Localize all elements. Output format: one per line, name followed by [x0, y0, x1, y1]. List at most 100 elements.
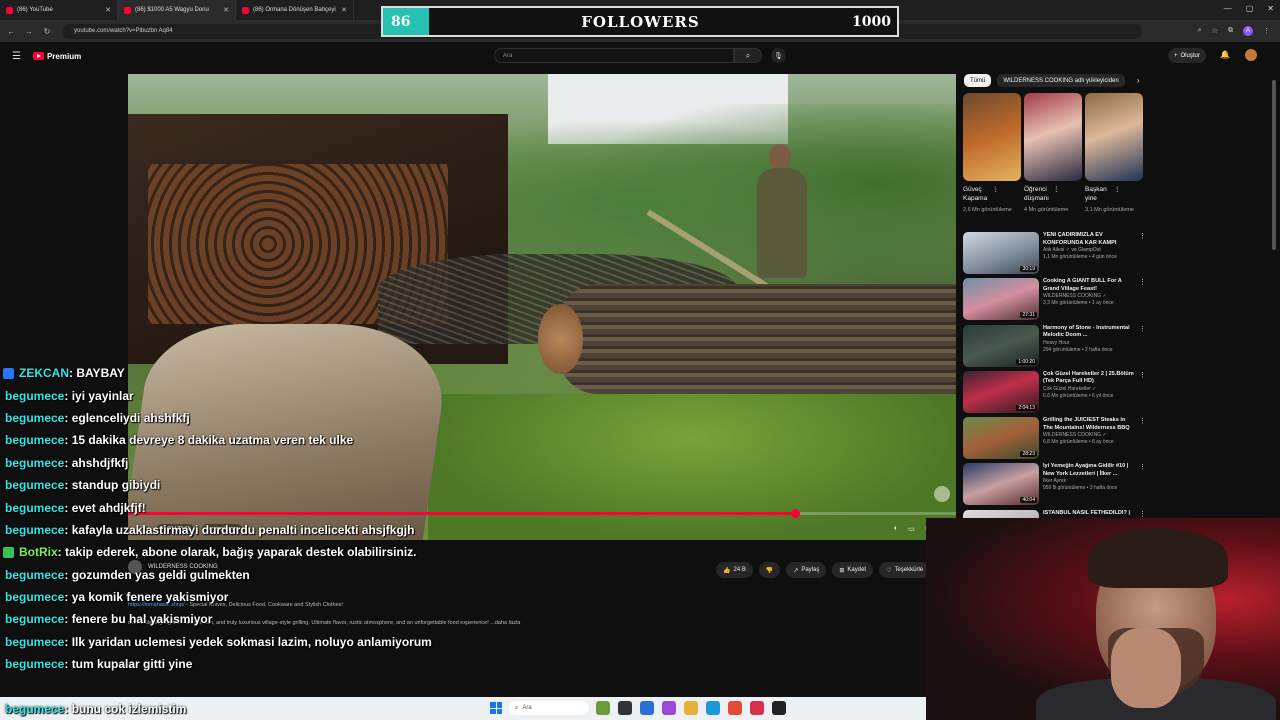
search-button[interactable]: ⌕: [734, 48, 762, 63]
progress-knob[interactable]: [790, 509, 800, 518]
zoom-icon[interactable]: ⌕: [1198, 27, 1202, 35]
video-title[interactable]: Çok Güzel Hareketler 2 | 25.Bölüm (Tek P…: [1043, 371, 1135, 386]
video-thumbnail[interactable]: 30:19: [963, 232, 1039, 274]
channel-name[interactable]: WILDERNESS COOKING ✓: [1043, 432, 1135, 439]
channel-name[interactable]: İlker Aynık: [1043, 478, 1135, 485]
bookmark-star-icon[interactable]: ☆: [1212, 27, 1218, 35]
video-thumbnail[interactable]: 27:31: [963, 278, 1039, 321]
tab-wagyu[interactable]: (86) $1000 A5 Wagyu Donu ✕: [118, 0, 236, 20]
close-icon[interactable]: ✕: [341, 6, 347, 14]
share-button[interactable]: ↗ Paylaş: [786, 562, 827, 578]
chat-message: begumece : bunu cok izlemistim: [0, 697, 186, 720]
recommendation-item[interactable]: 27:31 Cooking A GIANT BULL For A Grand V…: [963, 278, 1146, 324]
back-icon[interactable]: ←: [4, 27, 18, 36]
recommendation-item[interactable]: 28:23 Grilling the JUICIEST Steaks in Th…: [963, 417, 1146, 463]
save-button[interactable]: ⊞ Kaydet: [832, 562, 874, 578]
video-meta: 294 görüntüleme • 2 hafta önce: [1043, 346, 1113, 353]
logo-text: Premium: [46, 51, 82, 61]
chip-channel[interactable]: WILDERNESS COOKING adlı yükleyiciden: [997, 74, 1125, 87]
short-thumbnail[interactable]: [1024, 93, 1082, 181]
search-input[interactable]: Ara: [494, 48, 734, 63]
chat-text: : gozumden yas geldi gulmekten: [64, 567, 250, 582]
extensions-icon[interactable]: ⧉: [1228, 27, 1233, 35]
tab-garden[interactable]: (86) Ormana Dönüşen Bahçeyi ✕: [236, 0, 354, 20]
account-avatar[interactable]: [1245, 49, 1257, 61]
app-icon[interactable]: [750, 701, 764, 715]
channel-name[interactable]: Çok Güzel Hareketler ✓: [1043, 386, 1135, 393]
video-thumbnail[interactable]: 40:04: [963, 463, 1039, 506]
channel-name[interactable]: WILDERNESS COOKING ✓: [1043, 293, 1135, 300]
create-button[interactable]: + Oluştur: [1168, 48, 1206, 63]
tab-youtube[interactable]: (86) YouTube ✕: [0, 0, 118, 20]
video-thumbnail[interactable]: 2:04:13: [963, 370, 1039, 413]
more-options-icon[interactable]: ⋮: [1139, 232, 1146, 278]
forward-icon[interactable]: →: [22, 27, 36, 36]
profile-avatar-icon[interactable]: A: [1243, 26, 1253, 36]
taskbar-search[interactable]: ⌕ Ara: [509, 701, 589, 715]
app-icon[interactable]: [772, 701, 786, 715]
short-thumbnail[interactable]: [1085, 93, 1143, 181]
store-icon[interactable]: [640, 701, 654, 715]
notifications-bell-icon[interactable]: 🔔: [1220, 50, 1230, 59]
like-button[interactable]: 👍 24 B: [716, 562, 753, 578]
widgets-icon[interactable]: [596, 701, 610, 715]
channel-name[interactable]: Atik Ailesi ✓ ve GlampOut: [1043, 247, 1135, 254]
maximize-icon[interactable]: ▢: [1246, 4, 1254, 13]
minimize-icon[interactable]: —: [1224, 4, 1232, 13]
task-view-icon[interactable]: [618, 701, 632, 715]
video-title[interactable]: İyi Yemeğin Ayağına Gidilir #10 | New Yo…: [1043, 463, 1135, 478]
dislike-button[interactable]: 👎: [758, 562, 781, 578]
video-title[interactable]: YENİ ÇADIRIMIZLA EV KONFORUNDA KAR KAMPI: [1043, 232, 1135, 247]
page-scrollbar[interactable]: [1272, 80, 1276, 250]
video-thumbnail[interactable]: 28:23: [963, 417, 1039, 460]
menu-dots-icon[interactable]: ⋮: [1263, 27, 1270, 35]
autoplay-toggle-icon[interactable]: ◐: [894, 525, 898, 533]
more-options-icon[interactable]: ⋮: [1139, 463, 1146, 509]
recommendation-item[interactable]: 30:19 YENİ ÇADIRIMIZLA EV KONFORUNDA KAR…: [963, 232, 1146, 278]
recommendation-item[interactable]: 1:00:20 Harmony of Stone - Instrumental …: [963, 324, 1146, 371]
close-window-icon[interactable]: ✕: [1267, 4, 1274, 13]
more-options-icon[interactable]: ⋮: [1114, 185, 1143, 204]
video-title[interactable]: Grilling the JUICIEST Steaks in The Moun…: [1043, 417, 1135, 432]
edge-icon[interactable]: [706, 701, 720, 715]
chip-all[interactable]: Tümü: [964, 74, 992, 87]
chat-username: begumece: [5, 634, 65, 649]
chrome-icon[interactable]: [728, 701, 742, 715]
channel-name[interactable]: Heavy Hour: [1043, 340, 1135, 347]
chat-message: begumece : evet ahdjkfjf!: [0, 496, 520, 518]
channel-watermark-icon[interactable]: [934, 486, 950, 502]
more-options-icon[interactable]: ⋮: [1053, 185, 1082, 204]
chat-message: BotRix : takip ederek, abone olarak, bağ…: [0, 541, 520, 563]
more-options-icon[interactable]: ⋮: [1139, 417, 1146, 463]
hamburger-menu-icon[interactable]: ☰: [12, 51, 21, 62]
video-thumbnail[interactable]: 1:00:20: [963, 324, 1039, 367]
subtitles-icon[interactable]: ▭: [908, 525, 915, 533]
short-title[interactable]: Güveç Kapama Eli...: [963, 185, 992, 204]
more-options-icon[interactable]: ⋮: [1139, 371, 1146, 417]
file-explorer-icon[interactable]: [684, 701, 698, 715]
more-options-icon[interactable]: ⋮: [992, 185, 1021, 204]
copilot-icon[interactable]: [662, 701, 676, 715]
recommendation-item[interactable]: 2:04:13 Çok Güzel Hareketler 2 | 25.Bölü…: [963, 370, 1146, 417]
recommendation-item[interactable]: 40:04 İyi Yemeğin Ayağına Gidilir #10 | …: [963, 463, 1146, 509]
video-title[interactable]: Harmony of Stone - Instrumental Melodic …: [1043, 325, 1135, 340]
video-title[interactable]: Cooking A GIANT BULL For A Grand Village…: [1043, 278, 1135, 293]
chevron-right-icon[interactable]: ›: [1137, 76, 1140, 85]
voice-search-button[interactable]: 🎙: [771, 48, 786, 63]
close-icon[interactable]: ✕: [105, 6, 111, 14]
thanks-button[interactable]: ♡ Teşekkürle: [879, 562, 931, 578]
chat-text: : BAYBAY: [69, 366, 125, 381]
chat-text: : bunu cok izlemistim: [64, 701, 187, 716]
short-thumbnail[interactable]: [963, 93, 1021, 181]
short-item[interactable]: Başkan yine formunda⋮ 3,1 Mn görüntüleme: [1085, 93, 1143, 214]
short-item[interactable]: Öğrenci düşmanı ...⋮ 4 Mn görüntüleme: [1024, 93, 1082, 214]
short-title[interactable]: Öğrenci düşmanı ...: [1024, 185, 1053, 204]
close-icon[interactable]: ✕: [223, 6, 229, 14]
short-item[interactable]: Güveç Kapama Eli...⋮ 2,6 Mn görüntüleme: [963, 93, 1021, 214]
short-title[interactable]: Başkan yine formunda: [1085, 185, 1114, 204]
more-options-icon[interactable]: ⋮: [1139, 325, 1146, 371]
more-options-icon[interactable]: ⋮: [1139, 278, 1146, 324]
chat-username: ZEKCAN: [19, 366, 69, 381]
reload-icon[interactable]: ↻: [40, 27, 54, 36]
youtube-logo[interactable]: Premium: [32, 51, 82, 61]
